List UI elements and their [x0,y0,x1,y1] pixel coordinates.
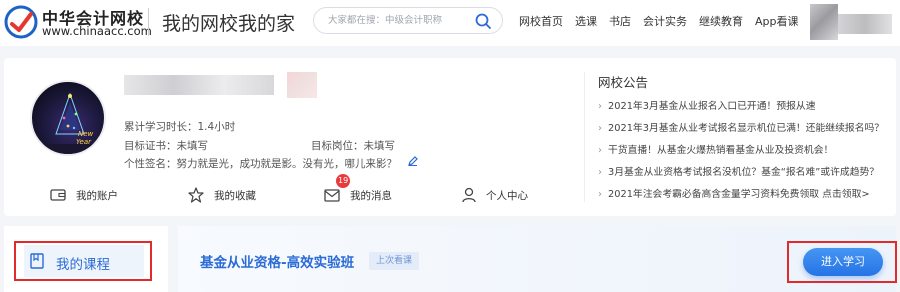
nav-bookstore[interactable]: 书店 [609,13,631,31]
nav-continuing-education[interactable]: 继续教育 [699,13,743,31]
my-account-button[interactable]: 我的账户 [50,182,118,208]
chinaacc-logo-icon[interactable] [4,5,38,39]
svg-text:New: New [78,130,94,138]
nav-select-course[interactable]: 选课 [575,13,597,31]
header-divider [148,8,149,36]
level-badge-blurred [287,72,317,98]
nav-app-course[interactable]: App看课 [755,13,799,31]
brand-url[interactable]: www.chinaacc.com [42,24,152,38]
header-username-blurred[interactable] [838,14,892,34]
course-title[interactable]: 基金从业资格-高效实验班 [200,251,354,271]
my-account-label: 我的账户 [76,189,118,202]
header-avatar[interactable] [810,4,838,40]
nav-home[interactable]: 网校首页 [519,13,563,31]
edit-icon[interactable] [408,156,418,166]
message-count-badge: 19 [336,174,351,188]
notice-title: 网校公告 [598,75,649,90]
notice-item[interactable]: 2021年注会考霸必备高含金量学习资料免费领取 点击领取> [598,184,888,206]
study-time: 累计学习时长：1.4小时 [124,121,236,133]
personal-center-button[interactable]: 个人中心 [462,182,528,208]
my-messages-label: 我的消息 [350,189,392,202]
my-courses-label: 我的课程 [56,257,110,273]
last-watched-badge: 上次看课 [369,252,420,270]
user-icon [462,187,476,203]
search-box [313,7,503,34]
notice-item[interactable]: 干货直播！从基金火爆热销看基金从业及投资机会！ [598,140,888,162]
search-input[interactable] [328,13,468,28]
notice-divider [584,72,585,202]
top-header: 中华会计网校 www.chinaacc.com 我的网校我的家 网校首页 选课 … [0,0,900,46]
notice-item[interactable]: 2021年3月基金从业考试报名显示机位已满！还能继续报名吗？ [598,118,888,140]
top-nav: 网校首页 选课 书店 会计实务 继续教育 App看课 [519,13,811,31]
notice-item[interactable]: 2021年3月基金从业报名入口已开通！预报从速 [598,96,888,118]
target-certificate: 目标证书：未填写 [124,140,208,152]
my-favorites-button[interactable]: 我的收藏 [188,182,256,208]
star-icon [188,187,204,203]
personal-center-label: 个人中心 [486,189,528,202]
enter-study-highlight: 进入学习 [787,241,897,283]
my-favorites-label: 我的收藏 [214,189,256,202]
christmas-tree-icon: New Year [32,92,104,154]
avatar[interactable]: New Year [30,80,106,156]
page-slogan: 我的网校我的家 [162,13,296,35]
signature: 个性签名：努力就是光，成功就是影。没有光，哪儿来影？ [124,158,397,170]
notice-list: 2021年3月基金从业报名入口已开通！预报从速 2021年3月基金从业考试报名显… [598,96,888,206]
book-icon [30,253,44,269]
target-position: 目标岗位：未填写 [311,140,395,152]
mail-icon [324,188,340,202]
search-icon[interactable] [474,12,492,30]
notice-item[interactable]: 3月基金从业资格考试报名没机位？基金“报名难”或许成趋势？ [598,162,888,184]
profile-card: New Year 累计学习时长：1.4小时 目标证书：未填写 目标岗位：未填写 … [4,58,896,216]
profile-actions: 我的账户 我的收藏 19 我的消息 个人中心 [4,174,564,208]
my-messages-button[interactable]: 19 我的消息 [324,174,392,208]
my-courses-tab[interactable]: 我的课程 [14,241,152,281]
username-blurred [124,75,274,95]
enter-study-button[interactable]: 进入学习 [803,248,883,276]
nav-accounting-practice[interactable]: 会计实务 [643,13,687,31]
wallet-icon [50,189,66,201]
